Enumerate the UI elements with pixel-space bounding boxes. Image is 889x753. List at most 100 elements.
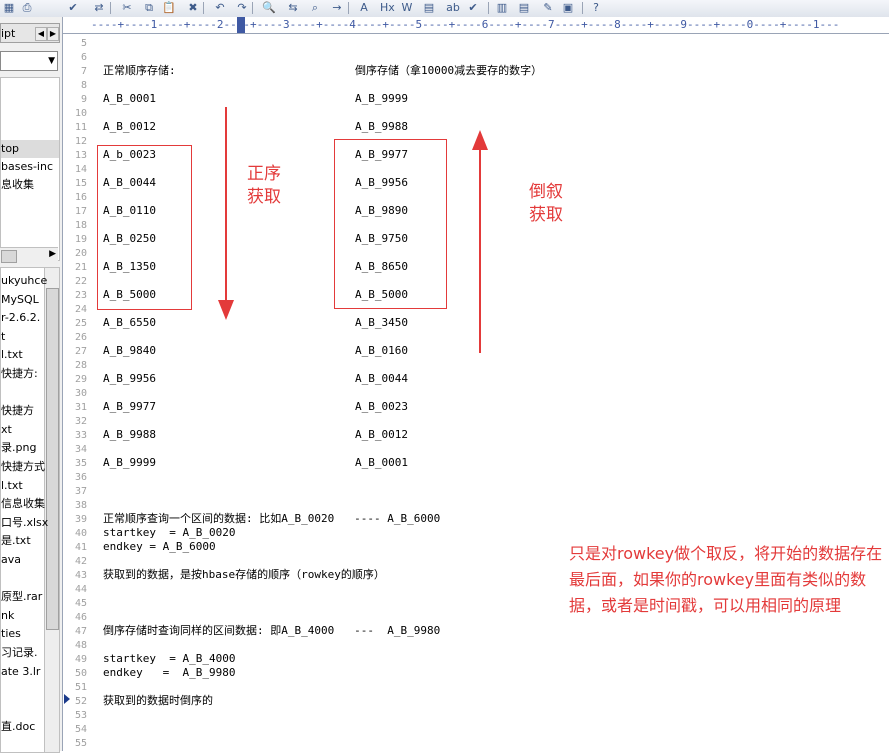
window-icon[interactable]: ▣ [561, 1, 575, 15]
folder-tree[interactable]: top bases-inc 息收集 [0, 77, 60, 261]
right-key: A_B_0023 [355, 400, 408, 413]
line-40: startkey = A_B_0020 [103, 526, 236, 539]
redo-icon[interactable]: ↷ [235, 1, 249, 15]
folder-dropdown[interactable]: ▼ [0, 51, 58, 71]
file-list-item[interactable]: 录.png [1, 440, 36, 456]
reverse-label-1: 倒叙 [529, 182, 563, 202]
file-list-item[interactable]: ava [1, 552, 21, 568]
line-number: 43 [74, 570, 87, 581]
left-key: A_B_0012 [103, 120, 156, 133]
toolbar-separator [110, 2, 111, 14]
column-mode-icon[interactable]: ▤ [422, 1, 436, 15]
file-list-item[interactable]: l.txt [1, 478, 23, 494]
replace-icon[interactable]: ⇆ [286, 1, 300, 15]
file-list-item[interactable]: l.txt [1, 347, 23, 363]
file-list-item[interactable]: ties [1, 626, 21, 642]
horizontal-scrollbar[interactable]: ▶ [0, 247, 58, 264]
line-number: 41 [74, 542, 87, 553]
line-number: 15 [74, 178, 87, 189]
file-list-item[interactable]: r-2.6.2. [1, 310, 40, 326]
down-arrow-head-icon [218, 300, 234, 320]
font-icon[interactable]: A [357, 1, 371, 15]
help-icon[interactable]: ? [589, 1, 603, 15]
line-number: 47 [74, 626, 87, 637]
hex-icon[interactable]: Hx [380, 1, 395, 15]
line-number: 30 [74, 388, 87, 399]
line-number: 49 [74, 654, 87, 665]
file-list-item[interactable]: 快捷方式 [1, 459, 45, 475]
line-number: 9 [80, 94, 87, 105]
line-43: 获取到的数据，是按hbase存储的顺序（rowkey的顺序） [103, 568, 385, 581]
spellcheck-icon[interactable]: ✔ [66, 1, 80, 15]
copy-icon[interactable]: ⧉ [142, 1, 156, 15]
side-panel: ipt ◀ ▶ ▼ top bases-inc 息收集 ▶ ukyuhce MyS… [0, 17, 63, 753]
undo-icon[interactable]: ↶ [213, 1, 227, 15]
line-49: endkey = A_B_9980 [103, 666, 236, 679]
paste-icon[interactable]: 📋 [162, 1, 176, 15]
cut-icon[interactable]: ✂ [120, 1, 134, 15]
file-list-item[interactable]: 直.doc [1, 719, 35, 735]
goto-icon[interactable]: → [330, 1, 344, 15]
tree-item[interactable]: bases-inc [1, 158, 53, 176]
file-list-item[interactable]: MySQL [1, 292, 39, 308]
tree-item[interactable]: 息收集 [1, 176, 34, 194]
line-number: 11 [74, 122, 87, 133]
right-header: 倒序存储（拿10000减去要存的数字） [355, 64, 543, 77]
file-list-item[interactable]: 原型.rar [1, 589, 42, 605]
find-in-files-icon[interactable]: ⌕ [308, 1, 322, 15]
tab-left-arrow-icon[interactable]: ◀ [35, 27, 47, 41]
file-list-item[interactable]: xt [1, 422, 12, 438]
abc-icon[interactable]: ab [446, 1, 460, 15]
line-number: 23 [74, 290, 87, 301]
toggle-icon[interactable]: ⇄ [92, 1, 106, 15]
file-list-item[interactable]: ukyuhce [1, 273, 47, 289]
toolbar: ▦ ⎙ ✔ ⇄ ✂ ⧉ 📋 ✖ ↶ ↷ 🔍 ⇆ ⌕ → A Hx W ▤ ab ✔ ▥ ▤ ✎ ▣? [0, 0, 889, 18]
up-arrow-head-icon [472, 130, 488, 150]
left-key: A_B_9840 [103, 344, 156, 357]
find-icon[interactable]: 🔍 [262, 1, 276, 15]
left-header: 正常顺序存储: [103, 64, 176, 77]
line-46: 倒序存储时查询同样的区间数据: 即A_B_4000 --- A_B_9980 [103, 624, 441, 637]
line-number: 40 [74, 528, 87, 539]
file-list[interactable]: ukyuhce MySQL r-2.6.2. t l.txt 快捷方: 快捷方 xt 录.png… [0, 267, 60, 753]
list-icon[interactable]: ▥ [495, 1, 509, 15]
line-number: 25 [74, 318, 87, 329]
right-key: A_B_0001 [355, 456, 408, 469]
line-number: 12 [74, 136, 87, 147]
line-number: 19 [74, 234, 87, 245]
file-list-item[interactable]: 是.txt [1, 533, 31, 549]
file-list-item[interactable]: 快捷方: [1, 366, 38, 382]
right-key: A_B_3450 [355, 316, 408, 329]
line-number: 54 [74, 724, 87, 735]
delete-icon[interactable]: ✖ [186, 1, 200, 15]
file-list-item[interactable]: 口号.xlsx [1, 515, 48, 531]
file-list-item[interactable]: 习记录. [1, 645, 38, 661]
print-icon[interactable]: ⎙ [20, 1, 34, 15]
tree-item[interactable]: top [1, 140, 59, 158]
word-wrap-icon[interactable]: W [400, 1, 414, 15]
left-key: A_B_9956 [103, 372, 156, 385]
doc-icon[interactable]: ▤ [517, 1, 531, 15]
forward-label-1: 正序 [247, 164, 281, 184]
edit-icon[interactable]: ✎ [541, 1, 555, 15]
file-list-item[interactable]: ate 3.lr [1, 664, 40, 680]
scrollbar-thumb[interactable] [1, 250, 17, 263]
line-number: 8 [80, 80, 87, 91]
line-number: 26 [74, 332, 87, 343]
file-list-item[interactable]: nk [1, 608, 14, 624]
scrollbar-thumb[interactable] [46, 288, 59, 630]
tab-right-arrow-icon[interactable]: ▶ [47, 27, 59, 41]
toolbar-separator [203, 2, 204, 14]
down-arrow-shaft [225, 107, 227, 307]
left-key: A_B_9988 [103, 428, 156, 441]
file-list-item[interactable]: 信息收集 [1, 496, 45, 512]
panel-tab[interactable]: ipt ◀ ▶ [0, 23, 60, 43]
vertical-scrollbar[interactable] [44, 268, 59, 752]
check-icon[interactable]: ✔ [466, 1, 480, 15]
line-number: 38 [74, 500, 87, 511]
file-list-item[interactable]: 快捷方 [1, 403, 34, 419]
table-icon[interactable]: ▦ [2, 1, 16, 15]
file-list-item[interactable]: t [1, 329, 5, 345]
scroll-right-icon[interactable]: ▶ [49, 249, 56, 259]
line-52: 获取到的数据时倒序的 [103, 694, 213, 707]
